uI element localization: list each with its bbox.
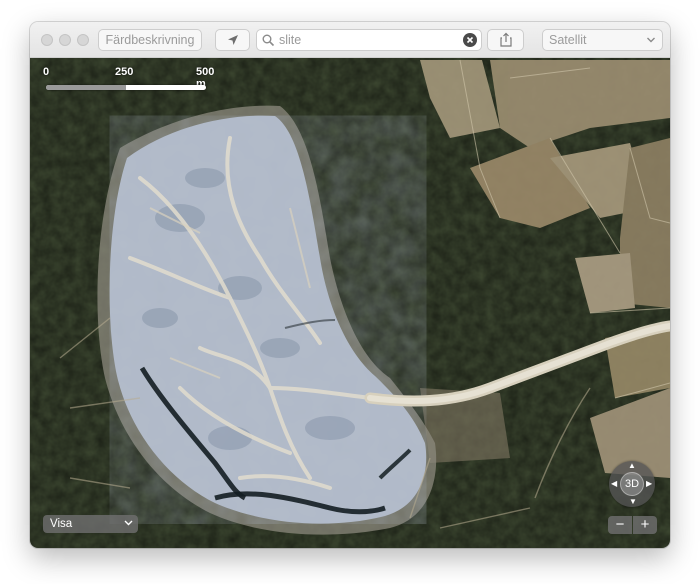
clear-search-button[interactable] xyxy=(463,33,477,47)
magnifier-icon xyxy=(262,34,275,47)
map-type-select[interactable]: Satellit xyxy=(542,29,663,51)
chevron-down-icon xyxy=(124,520,133,526)
clear-x-icon xyxy=(466,36,474,44)
zoom-in-button[interactable]: + xyxy=(633,516,657,534)
compass-west-tick-icon: ◀ xyxy=(611,479,618,488)
show-menu-button[interactable]: Visa xyxy=(43,515,138,533)
compass-south-tick-icon: ▼ xyxy=(629,497,637,506)
chevron-down-icon xyxy=(647,37,655,43)
close-window-button[interactable] xyxy=(41,34,53,46)
scale-label-250: 250 xyxy=(115,66,134,78)
compass-east-tick-icon: ▶ xyxy=(646,479,653,488)
toolbar: Färdbeskrivning slite Satellit xyxy=(30,22,670,58)
search-input[interactable]: slite xyxy=(279,32,301,49)
search-field[interactable]: slite xyxy=(256,29,482,51)
show-menu-label: Visa xyxy=(50,518,73,530)
maps-window: Färdbeskrivning slite Satellit 0 250 500… xyxy=(30,22,670,548)
zoom-window-button[interactable] xyxy=(77,34,89,46)
zoom-out-button[interactable]: − xyxy=(608,516,632,534)
map-type-value: Satellit xyxy=(549,33,587,47)
satellite-imagery xyxy=(30,58,670,548)
scale-label-0: 0 xyxy=(43,66,50,78)
view-3d-button[interactable]: 3D xyxy=(620,472,644,496)
satellite-map[interactable]: 0 250 500 m Visa ▲ ▼ ◀ ▶ 3D − + xyxy=(30,58,670,548)
location-arrow-icon xyxy=(227,35,238,45)
minimize-window-button[interactable] xyxy=(59,34,71,46)
current-location-button[interactable] xyxy=(215,29,250,51)
scale-bar xyxy=(46,85,206,90)
directions-button[interactable]: Färdbeskrivning xyxy=(98,29,202,51)
share-button[interactable] xyxy=(487,29,524,51)
compass-3d-control[interactable]: ▲ ▼ ◀ ▶ 3D xyxy=(609,461,655,507)
map-scale: 0 250 500 m xyxy=(43,66,214,96)
share-icon xyxy=(499,32,512,47)
compass-north-tick-icon: ▲ xyxy=(628,461,636,470)
